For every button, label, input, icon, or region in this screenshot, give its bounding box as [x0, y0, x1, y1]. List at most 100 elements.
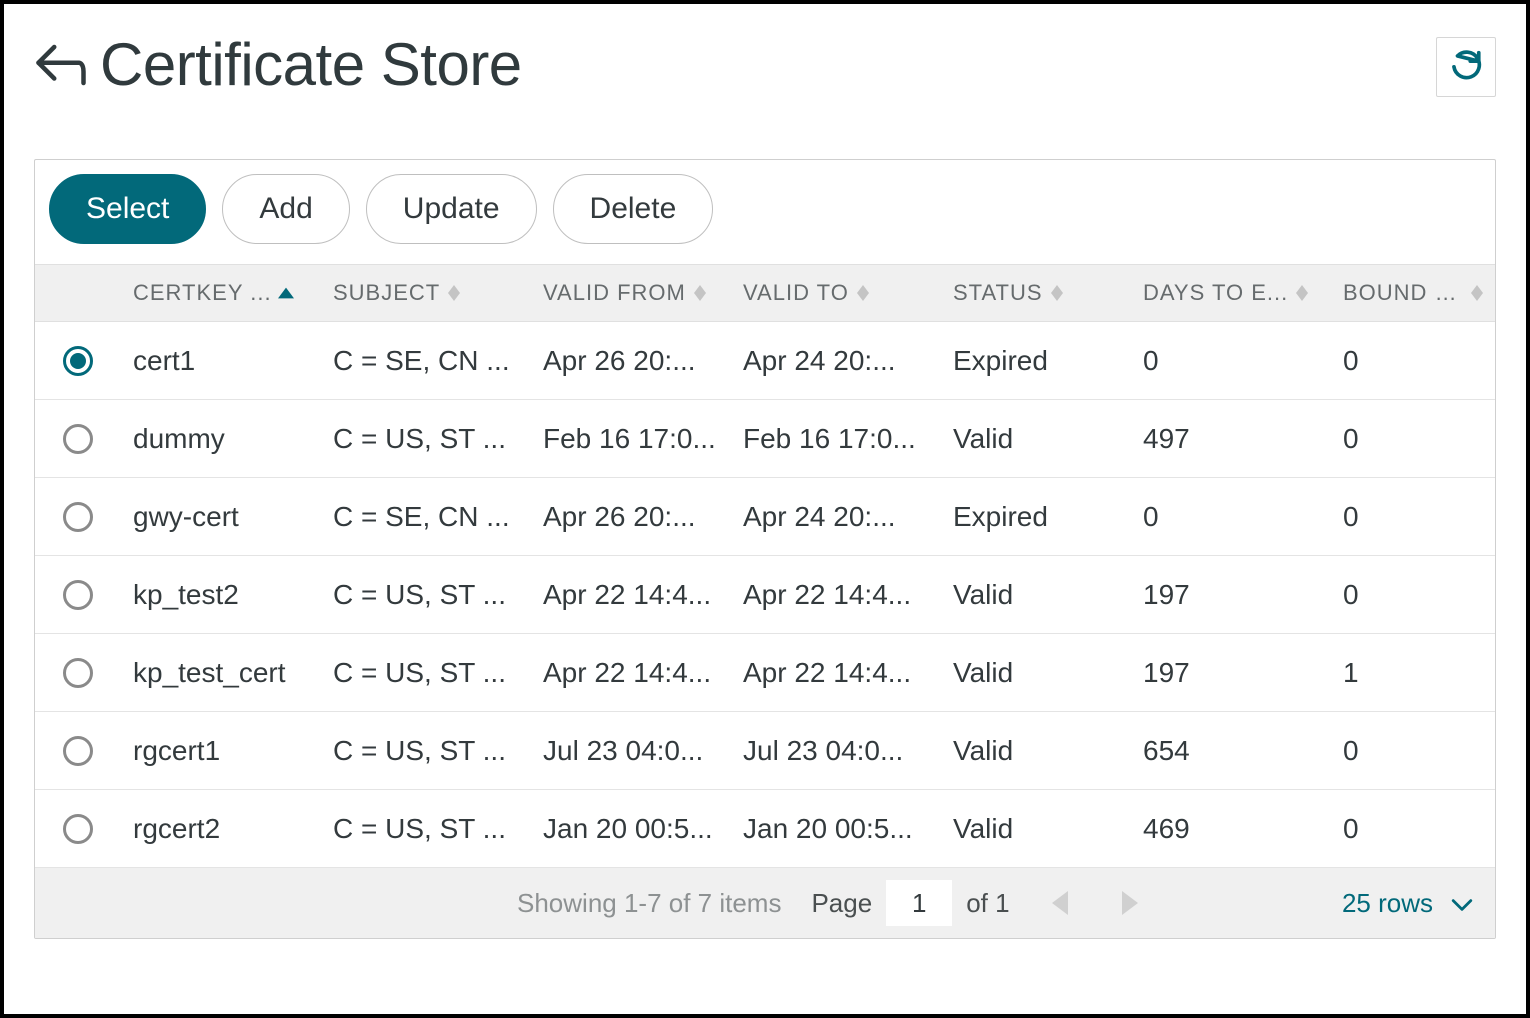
refresh-icon [1449, 47, 1483, 86]
cell-valid-from: Jan 20 00:5... [531, 813, 731, 845]
cell-days-to-expire: 469 [1131, 813, 1331, 845]
table-row[interactable]: kp_test2C = US, ST ...Apr 22 14:4...Apr … [35, 556, 1495, 634]
cell-subject: C = SE, CN ... [321, 345, 531, 377]
column-header-valid-to[interactable]: VALID TO [731, 280, 941, 306]
table-row[interactable]: rgcert1C = US, ST ...Jul 23 04:0...Jul 2… [35, 712, 1495, 790]
back-icon[interactable] [34, 38, 88, 92]
table-row[interactable]: gwy-certC = SE, CN ...Apr 26 20:...Apr 2… [35, 478, 1495, 556]
cell-valid-to: Feb 16 17:0... [731, 423, 941, 455]
cell-status: Valid [941, 657, 1131, 689]
cell-certkey: dummy [121, 423, 321, 455]
table-row[interactable]: kp_test_certC = US, ST ...Apr 22 14:4...… [35, 634, 1495, 712]
table-row[interactable]: dummyC = US, ST ...Feb 16 17:0...Feb 16 … [35, 400, 1495, 478]
sort-asc-icon [278, 287, 294, 299]
cell-bound-entities: 0 [1331, 423, 1495, 455]
cell-certkey: cert1 [121, 345, 321, 377]
cell-days-to-expire: 497 [1131, 423, 1331, 455]
cell-certkey: kp_test2 [121, 579, 321, 611]
cell-subject: C = US, ST ... [321, 423, 531, 455]
cell-valid-to: Apr 22 14:4... [731, 657, 941, 689]
cell-valid-from: Feb 16 17:0... [531, 423, 731, 455]
row-radio[interactable] [63, 502, 93, 532]
showing-text: Showing 1-7 of 7 items [517, 888, 781, 919]
page-title: Certificate Store [100, 30, 522, 99]
cell-valid-to: Apr 22 14:4... [731, 579, 941, 611]
cell-bound-entities: 0 [1331, 813, 1495, 845]
column-header-subject[interactable]: SUBJECT [321, 280, 531, 306]
cell-subject: C = US, ST ... [321, 579, 531, 611]
cell-subject: C = SE, CN ... [321, 501, 531, 533]
sort-icon [857, 285, 869, 301]
row-radio[interactable] [63, 424, 93, 454]
row-radio[interactable] [63, 736, 93, 766]
table-row[interactable]: rgcert2C = US, ST ...Jan 20 00:5...Jan 2… [35, 790, 1495, 868]
column-header-status[interactable]: STATUS [941, 280, 1131, 306]
column-header-days-to-expire[interactable]: DAYS TO E... [1131, 280, 1331, 306]
cell-certkey: kp_test_cert [121, 657, 321, 689]
table-footer: Showing 1-7 of 7 items Page of 1 25 rows [35, 868, 1495, 938]
cell-status: Valid [941, 579, 1131, 611]
cell-subject: C = US, ST ... [321, 735, 531, 767]
add-button[interactable]: Add [222, 174, 349, 244]
cell-days-to-expire: 0 [1131, 345, 1331, 377]
delete-button[interactable]: Delete [553, 174, 714, 244]
cell-certkey: rgcert1 [121, 735, 321, 767]
page-input[interactable] [886, 880, 952, 926]
cell-certkey: rgcert2 [121, 813, 321, 845]
table-header: CERTKEY ... SUBJECT VALID FROM [35, 264, 1495, 322]
cell-bound-entities: 0 [1331, 501, 1495, 533]
certificate-table-panel: Select Add Update Delete CERTKEY ... SUB… [34, 159, 1496, 939]
cell-bound-entities: 1 [1331, 657, 1495, 689]
column-header-valid-from[interactable]: VALID FROM [531, 280, 731, 306]
table-row[interactable]: cert1C = SE, CN ...Apr 26 20:...Apr 24 2… [35, 322, 1495, 400]
cell-valid-from: Apr 22 14:4... [531, 579, 731, 611]
cell-valid-to: Jan 20 00:5... [731, 813, 941, 845]
cell-status: Valid [941, 813, 1131, 845]
cell-subject: C = US, ST ... [321, 657, 531, 689]
cell-valid-from: Apr 26 20:... [531, 345, 731, 377]
cell-status: Expired [941, 345, 1131, 377]
rows-per-page-select[interactable]: 25 rows [1342, 888, 1473, 919]
sort-icon [448, 285, 460, 301]
cell-bound-entities: 0 [1331, 579, 1495, 611]
prev-page-button[interactable] [1040, 883, 1080, 923]
sort-icon [1296, 285, 1308, 301]
column-header-bound-entities[interactable]: BOUND EN... [1331, 280, 1495, 306]
row-radio[interactable] [63, 658, 93, 688]
cell-status: Valid [941, 735, 1131, 767]
cell-valid-from: Jul 23 04:0... [531, 735, 731, 767]
row-radio[interactable] [63, 580, 93, 610]
cell-certkey: gwy-cert [121, 501, 321, 533]
sort-icon [694, 285, 706, 301]
cell-valid-from: Apr 26 20:... [531, 501, 731, 533]
column-header-certkey[interactable]: CERTKEY ... [121, 280, 321, 306]
cell-valid-to: Apr 24 20:... [731, 345, 941, 377]
page-label: Page [811, 888, 872, 919]
cell-days-to-expire: 197 [1131, 657, 1331, 689]
cell-status: Valid [941, 423, 1131, 455]
cell-subject: C = US, ST ... [321, 813, 531, 845]
refresh-button[interactable] [1436, 37, 1496, 97]
sort-icon [1471, 285, 1483, 301]
page-controls: Page of 1 [811, 880, 1009, 926]
cell-days-to-expire: 654 [1131, 735, 1331, 767]
sort-icon [1051, 285, 1063, 301]
cell-valid-to: Apr 24 20:... [731, 501, 941, 533]
cell-valid-from: Apr 22 14:4... [531, 657, 731, 689]
cell-valid-to: Jul 23 04:0... [731, 735, 941, 767]
row-radio[interactable] [63, 814, 93, 844]
cell-bound-entities: 0 [1331, 345, 1495, 377]
cell-bound-entities: 0 [1331, 735, 1495, 767]
toolbar: Select Add Update Delete [35, 160, 1495, 264]
next-page-button[interactable] [1110, 883, 1150, 923]
page-of-label: of 1 [966, 888, 1009, 919]
cell-days-to-expire: 0 [1131, 501, 1331, 533]
cell-status: Expired [941, 501, 1131, 533]
update-button[interactable]: Update [366, 174, 537, 244]
table-body: cert1C = SE, CN ...Apr 26 20:...Apr 24 2… [35, 322, 1495, 868]
rows-per-page-label: 25 rows [1342, 888, 1433, 919]
row-radio[interactable] [63, 346, 93, 376]
chevron-down-icon [1451, 888, 1473, 919]
select-button[interactable]: Select [49, 174, 206, 244]
cell-days-to-expire: 197 [1131, 579, 1331, 611]
